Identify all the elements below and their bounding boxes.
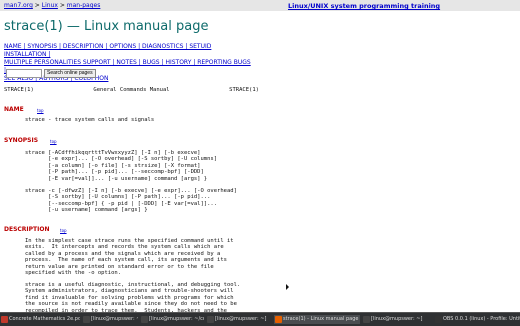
synopsis-line: [-S sortby] [-U columns] [-P path]... [-… xyxy=(25,194,211,201)
breadcrumb-sep: > xyxy=(57,2,67,9)
section-synopsis-heading: SYNOPSIS xyxy=(4,137,39,144)
breadcrumb-man-pages[interactable]: man-pages xyxy=(67,2,101,9)
taskbar-item-label: [linux@mupswer: ~] xyxy=(215,316,267,322)
synopsis-top-link[interactable]: top xyxy=(50,139,57,144)
taskbar-item-label: strace(1) - Linux manual page — M... xyxy=(283,316,360,322)
taskbar-item-label: [linux@mupswer: ~] xyxy=(91,316,138,322)
app-icon xyxy=(435,316,442,323)
synopsis-line: [-E var[=val]]... [-u username] command … xyxy=(25,175,208,182)
description-top-link[interactable]: top xyxy=(60,228,67,233)
app-icon xyxy=(1,316,8,323)
section-description-heading: DESCRIPTION xyxy=(4,226,50,233)
training-banner[interactable]: Linux/UNIX system programming training xyxy=(288,2,440,10)
taskbar-item[interactable]: OBS 0.0.1 (linux) - Profile: Untitled ..… xyxy=(434,315,520,324)
name-body: strace - trace system calls and signals xyxy=(25,117,155,123)
synopsis-line: [-e expr]... [-O overhead] [-S sortby] [… xyxy=(25,156,218,163)
section-links-line1[interactable]: NAME | SYNOPSIS | DESCRIPTION | OPTIONS … xyxy=(4,43,211,58)
section-name-heading: NAME xyxy=(4,106,24,113)
taskbar-item-label: [linux@mupswer: ~] xyxy=(371,316,423,322)
app-icon xyxy=(363,316,370,323)
synopsis-block-2: strace -c [-dfwzZ] [-I n] [-b execve] [-… xyxy=(25,188,237,214)
taskbar-item-label: OBS 0.0.1 (linux) - Profile: Untitled ..… xyxy=(443,316,520,322)
taskbar-item[interactable]: [linux@mupswer: ~] xyxy=(362,315,432,324)
app-icon xyxy=(275,316,282,323)
taskbar-item[interactable]: [linux@mupswer: ~] xyxy=(206,315,272,324)
description-line: exits. It intercepts and records the sys… xyxy=(25,244,224,251)
taskbar: Concrete Mathematics 2e.pdf [linux@mupswe… xyxy=(0,312,520,326)
name-top-link[interactable]: top xyxy=(37,108,44,113)
description-para-2: strace is a useful diagnostic, instructi… xyxy=(25,282,240,314)
breadcrumb-man7[interactable]: man7.org xyxy=(4,2,33,9)
breadcrumb-sep: > xyxy=(32,2,42,9)
taskbar-item[interactable]: Concrete Mathematics 2e.pdf xyxy=(0,315,80,324)
search-button[interactable]: Search online pages xyxy=(44,69,96,78)
synopsis-line: [-u username] command [args] } xyxy=(25,207,148,214)
description-line: the source is not readily available sinc… xyxy=(25,301,237,308)
description-para-1: In the simplest case strace runs the spe… xyxy=(25,238,234,276)
top-nav-bar: man7.org > Linux > man-pages Linux/UNIX … xyxy=(0,0,520,11)
mouse-cursor xyxy=(286,284,289,290)
taskbar-item[interactable]: [linux@mupswer: ~] xyxy=(82,315,138,324)
breadcrumb-linux[interactable]: Linux xyxy=(42,2,58,9)
app-icon xyxy=(207,316,214,323)
search-input[interactable] xyxy=(6,69,42,78)
app-icon xyxy=(141,316,148,323)
taskbar-item[interactable]: strace(1) - Linux manual page — M... xyxy=(274,315,360,324)
taskbar-item-label: [linux@mupswer: ~/code/ps xyxy=(149,316,204,322)
training-link[interactable]: Linux/UNIX system programming training xyxy=(288,2,440,10)
page-title: strace(1) — Linux manual page xyxy=(4,19,209,34)
synopsis-block-1: strace [-ACdffhikqqrtttTvVwxxyyzZ] [-I n… xyxy=(25,150,217,182)
synopsis-line: [-P path]... [-p pid]... [--seccomp-bpf]… xyxy=(25,169,204,176)
man-header: STRACE(1) General Commands Manual STRACE… xyxy=(4,87,259,93)
description-line: System administrators, diagnosticians an… xyxy=(25,288,234,295)
description-line: process. The name of each system call, i… xyxy=(25,257,227,264)
breadcrumb: man7.org > Linux > man-pages xyxy=(4,2,100,9)
description-line: specified with the -o option. xyxy=(25,270,122,277)
app-icon xyxy=(83,316,90,323)
taskbar-item[interactable]: [linux@mupswer: ~/code/ps xyxy=(140,315,204,324)
taskbar-item-label: Concrete Mathematics 2e.pdf xyxy=(9,316,80,322)
